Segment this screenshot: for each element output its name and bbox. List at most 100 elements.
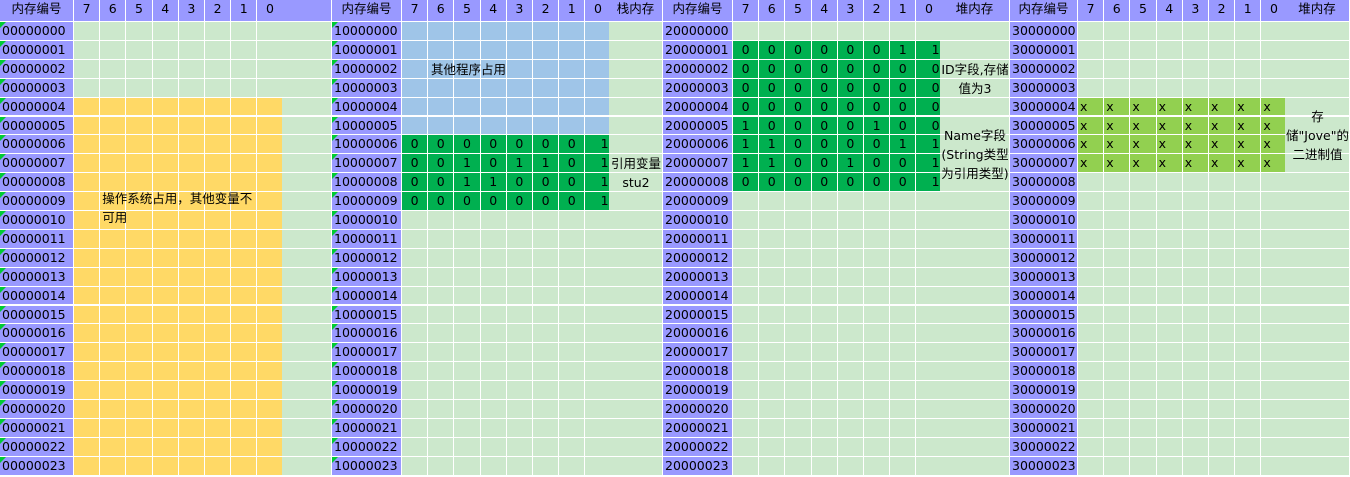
bit-cell[interactable]: [1078, 343, 1105, 363]
bit-cell[interactable]: [257, 229, 284, 249]
bit-cell[interactable]: [152, 135, 179, 155]
bit-cell[interactable]: [585, 362, 612, 382]
bit-cell[interactable]: x: [1261, 97, 1288, 117]
bit-cell[interactable]: 1: [733, 116, 760, 136]
bit-cell[interactable]: [1209, 248, 1236, 268]
label-column-cell[interactable]: [282, 437, 332, 457]
bit-cell[interactable]: [480, 362, 507, 382]
bit-cell[interactable]: [1261, 456, 1288, 476]
memory-address[interactable]: 20000000: [663, 22, 733, 41]
bit-cell[interactable]: [1235, 78, 1262, 98]
bit-cell[interactable]: [1130, 192, 1157, 211]
bit-cell[interactable]: [759, 343, 786, 363]
bit-cell[interactable]: [1182, 343, 1209, 363]
bit-cell[interactable]: [759, 192, 786, 211]
bit-cell[interactable]: [1156, 418, 1183, 438]
bit-cell[interactable]: 0: [402, 135, 429, 155]
bit-cell[interactable]: [74, 22, 101, 41]
bit-cell[interactable]: x: [1078, 135, 1105, 155]
bit-cell[interactable]: [585, 343, 612, 363]
bit-cell[interactable]: [257, 22, 284, 41]
bit-cell[interactable]: [837, 229, 864, 249]
bit-cell[interactable]: [100, 400, 127, 419]
bit-cell[interactable]: x: [1261, 135, 1288, 155]
bit-cell[interactable]: [1130, 22, 1157, 41]
bit-cell[interactable]: [864, 418, 891, 438]
bit-cell[interactable]: [454, 456, 481, 476]
bit-cell[interactable]: [506, 248, 533, 268]
bit-cell[interactable]: [1078, 229, 1105, 249]
bit-cell[interactable]: x: [1078, 154, 1105, 174]
bit-cell[interactable]: [100, 154, 127, 174]
label-column-cell[interactable]: [1285, 400, 1350, 419]
label-column-cell[interactable]: [282, 192, 332, 211]
bit-cell[interactable]: [1235, 381, 1262, 400]
bit-cell[interactable]: [506, 305, 533, 325]
label-column-cell[interactable]: [609, 381, 663, 400]
bit-cell[interactable]: [480, 267, 507, 287]
bit-cell[interactable]: 0: [506, 135, 533, 155]
bit-cell[interactable]: [585, 22, 612, 41]
bit-cell[interactable]: [480, 229, 507, 249]
bit-cell[interactable]: [74, 116, 101, 136]
bit-cell[interactable]: 0: [506, 173, 533, 193]
bit-cell[interactable]: [205, 418, 232, 438]
bit-cell[interactable]: [428, 116, 455, 136]
bit-cell[interactable]: [126, 324, 153, 344]
bit-cell[interactable]: [257, 362, 284, 382]
label-column-cell[interactable]: [282, 59, 332, 79]
bit-cell[interactable]: [733, 437, 760, 457]
bit-cell[interactable]: [785, 267, 812, 287]
memory-address[interactable]: 00000023: [0, 456, 74, 476]
bit-cell[interactable]: [1078, 40, 1105, 60]
bit-cell[interactable]: [785, 418, 812, 438]
bit-cell[interactable]: [205, 324, 232, 344]
bit-cell[interactable]: [1130, 362, 1157, 382]
bit-cell[interactable]: [864, 248, 891, 268]
bit-cell[interactable]: 1: [585, 154, 612, 174]
label-column-cell[interactable]: [609, 305, 663, 325]
bit-cell[interactable]: 0: [559, 192, 586, 211]
bit-cell[interactable]: [74, 362, 101, 382]
bit-cell[interactable]: [428, 229, 455, 249]
bit-cell[interactable]: [1235, 173, 1262, 193]
bit-cell[interactable]: [231, 22, 258, 41]
bit-cell[interactable]: [1182, 286, 1209, 306]
bit-cell[interactable]: [205, 343, 232, 363]
bit-cell[interactable]: [231, 59, 258, 79]
bit-cell[interactable]: [506, 343, 533, 363]
bit-cell[interactable]: [205, 154, 232, 174]
bit-cell[interactable]: [74, 97, 101, 117]
label-column-cell[interactable]: [940, 211, 1010, 230]
bit-cell[interactable]: x: [1235, 154, 1262, 174]
bit-cell[interactable]: [811, 248, 838, 268]
memory-address[interactable]: 30000023: [1010, 456, 1078, 476]
memory-address[interactable]: 10000017: [332, 343, 402, 363]
bit-cell[interactable]: [1130, 267, 1157, 287]
bit-cell[interactable]: [1130, 324, 1157, 344]
bit-cell[interactable]: [1104, 173, 1131, 193]
bit-cell[interactable]: [533, 22, 560, 41]
memory-address[interactable]: 30000009: [1010, 192, 1078, 211]
memory-address[interactable]: 10000008: [332, 173, 402, 193]
bit-cell[interactable]: [890, 192, 917, 211]
bit-cell[interactable]: [126, 22, 153, 41]
bit-cell[interactable]: [1156, 211, 1183, 230]
bit-cell[interactable]: [152, 400, 179, 419]
bit-cell[interactable]: [1104, 40, 1131, 60]
bit-cell[interactable]: [811, 305, 838, 325]
bit-cell[interactable]: [454, 267, 481, 287]
bit-cell[interactable]: [1078, 173, 1105, 193]
bit-cell[interactable]: [152, 40, 179, 60]
bit-cell[interactable]: [811, 456, 838, 476]
label-column-cell[interactable]: [1285, 324, 1350, 344]
bit-cell[interactable]: [559, 116, 586, 136]
bit-cell[interactable]: 0: [811, 154, 838, 174]
bit-cell[interactable]: [864, 343, 891, 363]
bit-cell[interactable]: [559, 267, 586, 287]
bit-cell[interactable]: [74, 400, 101, 419]
memory-address[interactable]: 30000020: [1010, 400, 1078, 419]
bit-cell[interactable]: [811, 192, 838, 211]
bit-cell[interactable]: 1: [454, 173, 481, 193]
bit-cell[interactable]: [402, 22, 429, 41]
